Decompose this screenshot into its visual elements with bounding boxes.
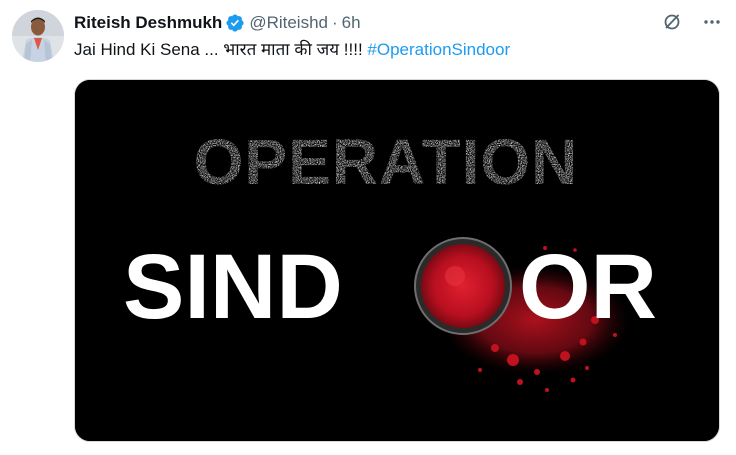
avatar-image [12, 10, 64, 62]
hashtag-link[interactable]: #OperationSindoor [367, 40, 510, 59]
user-handle[interactable]: @Riteishd [249, 12, 328, 34]
display-name[interactable]: Riteish Deshmukh [74, 12, 222, 34]
poster-line-operation: OPERATION [194, 126, 579, 198]
tweet[interactable]: Riteish Deshmukh @Riteishd · 6h Jai Hind… [0, 0, 736, 455]
poster-line-or: OR [519, 236, 657, 338]
poster-line-sind: SIND [123, 236, 343, 338]
avatar[interactable] [12, 10, 64, 62]
sindoor-bowl [414, 237, 512, 335]
more-icon[interactable] [702, 12, 722, 32]
grok-icon[interactable] [662, 12, 682, 32]
timestamp[interactable]: 6h [342, 12, 361, 34]
tweet-header: Riteish Deshmukh @Riteishd · 6h [74, 12, 361, 34]
header-actions [662, 12, 722, 32]
tweet-media-image[interactable]: OPERATION SIND OR [74, 79, 720, 442]
verified-badge-icon [225, 13, 245, 33]
tweet-text: Jai Hind Ki Sena ... भारत माता की जय !!!… [74, 38, 510, 62]
tweet-body-text: Jai Hind Ki Sena ... भारत माता की जय !!!… [74, 40, 368, 59]
separator-dot: · [332, 13, 338, 32]
operation-sindoor-poster: OPERATION SIND OR [75, 80, 719, 441]
